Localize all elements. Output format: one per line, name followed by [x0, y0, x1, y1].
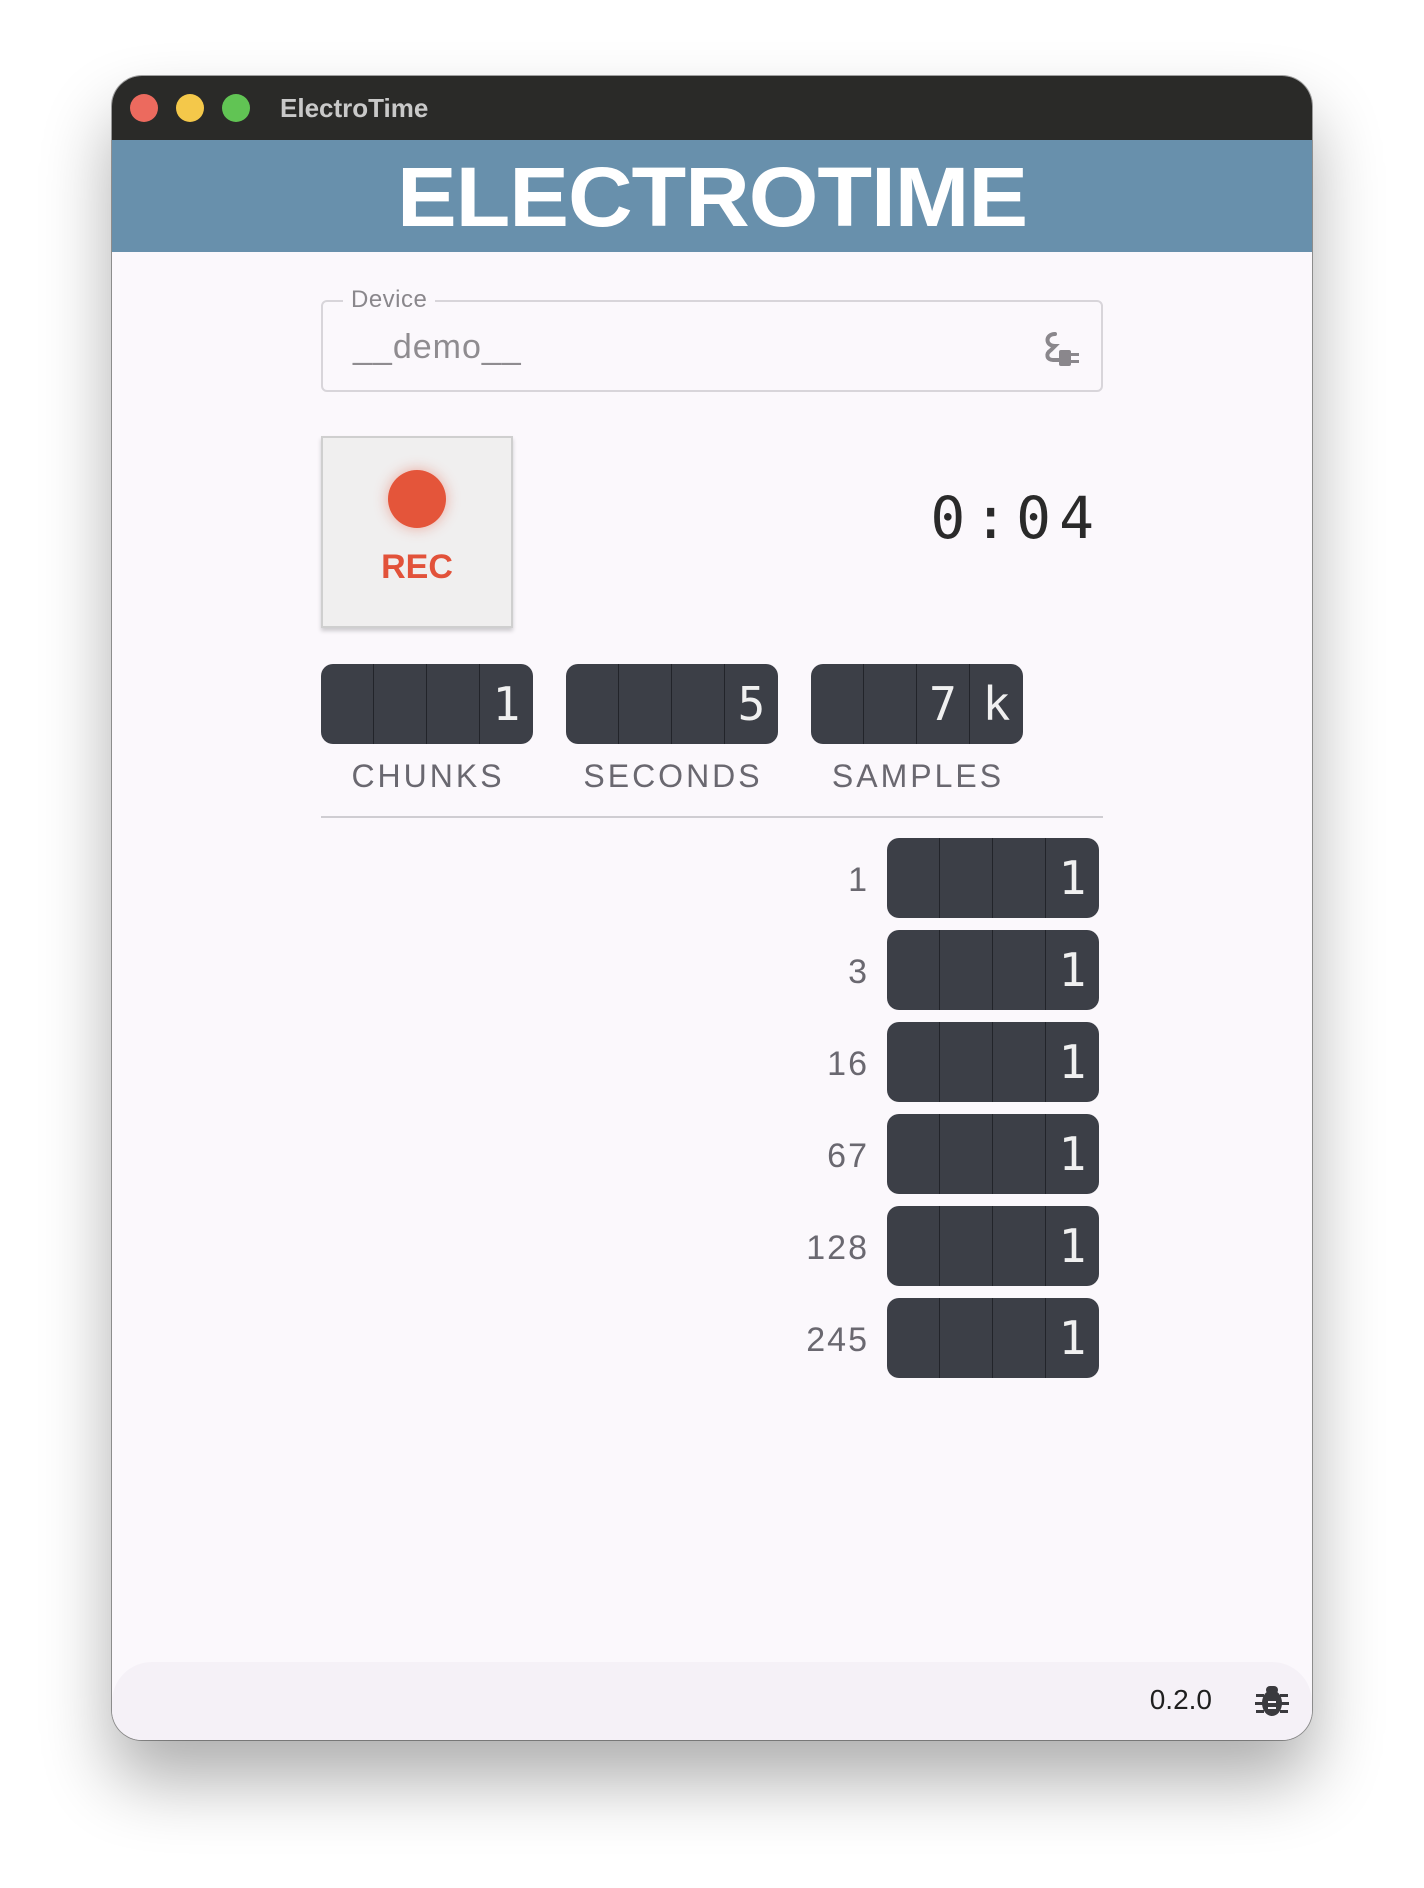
digit-cell [887, 1206, 940, 1286]
digit-cell [887, 1114, 940, 1194]
digit-cell: k [982, 677, 1011, 731]
digit-cell [940, 1022, 993, 1102]
samples-counter: 7 k [811, 664, 1023, 744]
digit-cell [940, 1114, 993, 1194]
record-dot-icon [388, 470, 446, 528]
row-label: 3 [848, 953, 869, 991]
row-label: 16 [827, 1045, 869, 1083]
chunks-counter: 1 [321, 664, 533, 744]
digit-cell [940, 1206, 993, 1286]
digit-cell [887, 838, 940, 918]
row-counter: 1 [887, 930, 1099, 1010]
row-label: 245 [806, 1321, 869, 1359]
seconds-counter: 5 [566, 664, 778, 744]
digit-cell: 1 [1058, 1219, 1087, 1273]
device-select[interactable]: Device __demo__ [321, 286, 1103, 392]
digit-cell [374, 664, 427, 744]
record-label: REC [381, 548, 453, 586]
logo-text: ELECTROTIME [397, 150, 1027, 244]
digit-cell: 1 [492, 677, 521, 731]
digit-cell: 7 [917, 664, 970, 744]
digit-cell [993, 1298, 1046, 1378]
digit-cell [566, 664, 619, 744]
digit-cell: 1 [1058, 1035, 1087, 1089]
digit-cell [993, 1206, 1046, 1286]
samples-label: SAMPLES [831, 758, 1005, 794]
row-counter: 1 [887, 1114, 1099, 1194]
digit-cell [993, 1022, 1046, 1102]
digit-cell [940, 838, 993, 918]
digit-cell [427, 664, 480, 744]
digit-cell [672, 664, 725, 744]
digit-cell [321, 664, 374, 744]
version-label: 0.2.0 [1149, 1684, 1212, 1715]
digit-cell [887, 1298, 940, 1378]
bug-icon[interactable] [1252, 1680, 1292, 1720]
digit-cell: 1 [1058, 851, 1087, 905]
digit-cell [993, 930, 1046, 1010]
row-counter: 1 [887, 1206, 1099, 1286]
device-label: Device [343, 286, 436, 314]
elapsed-timer: 0:04 [930, 484, 1102, 552]
row-label: 128 [806, 1229, 869, 1267]
digit-cell: 1 [1058, 943, 1087, 997]
digit-cell [887, 1022, 940, 1102]
digit-cell [940, 930, 993, 1010]
digit-cell: 5 [737, 677, 766, 731]
chunks-label: CHUNKS [351, 758, 505, 794]
digit-cell [940, 1298, 993, 1378]
row-label: 67 [827, 1137, 869, 1175]
seconds-label: SECONDS [583, 758, 763, 794]
digit-cell [864, 664, 917, 744]
digit-cell [619, 664, 672, 744]
record-button[interactable]: REC [321, 436, 513, 628]
app-logo: ELECTROTIME [397, 150, 1028, 244]
app-header: ELECTROTIME [112, 140, 1312, 252]
title-bar: ElectroTime [112, 76, 1312, 140]
row-counter: 1 [887, 1022, 1099, 1102]
digit-cell: 1 [1058, 1127, 1087, 1181]
row-counter: 1 [887, 838, 1099, 918]
device-value: __demo__ [353, 328, 522, 366]
plug-icon[interactable] [1041, 328, 1083, 368]
window-title: ElectroTime [280, 93, 429, 123]
digit-cell [811, 664, 864, 744]
footer-bar: 0.2.0 [112, 1662, 1312, 1740]
close-window-button[interactable] [130, 94, 158, 122]
digit-cell [887, 930, 940, 1010]
zoom-window-button[interactable] [222, 94, 250, 122]
divider [321, 816, 1103, 818]
row-counter: 1 [887, 1298, 1099, 1378]
row-label: 1 [848, 861, 869, 899]
digit-cell: 1 [1058, 1311, 1087, 1365]
minimize-window-button[interactable] [176, 94, 204, 122]
digit-cell [993, 838, 1046, 918]
digit-cell [993, 1114, 1046, 1194]
app-window: ElectroTime ELECTROTIME Device __demo__ … [112, 76, 1312, 1740]
